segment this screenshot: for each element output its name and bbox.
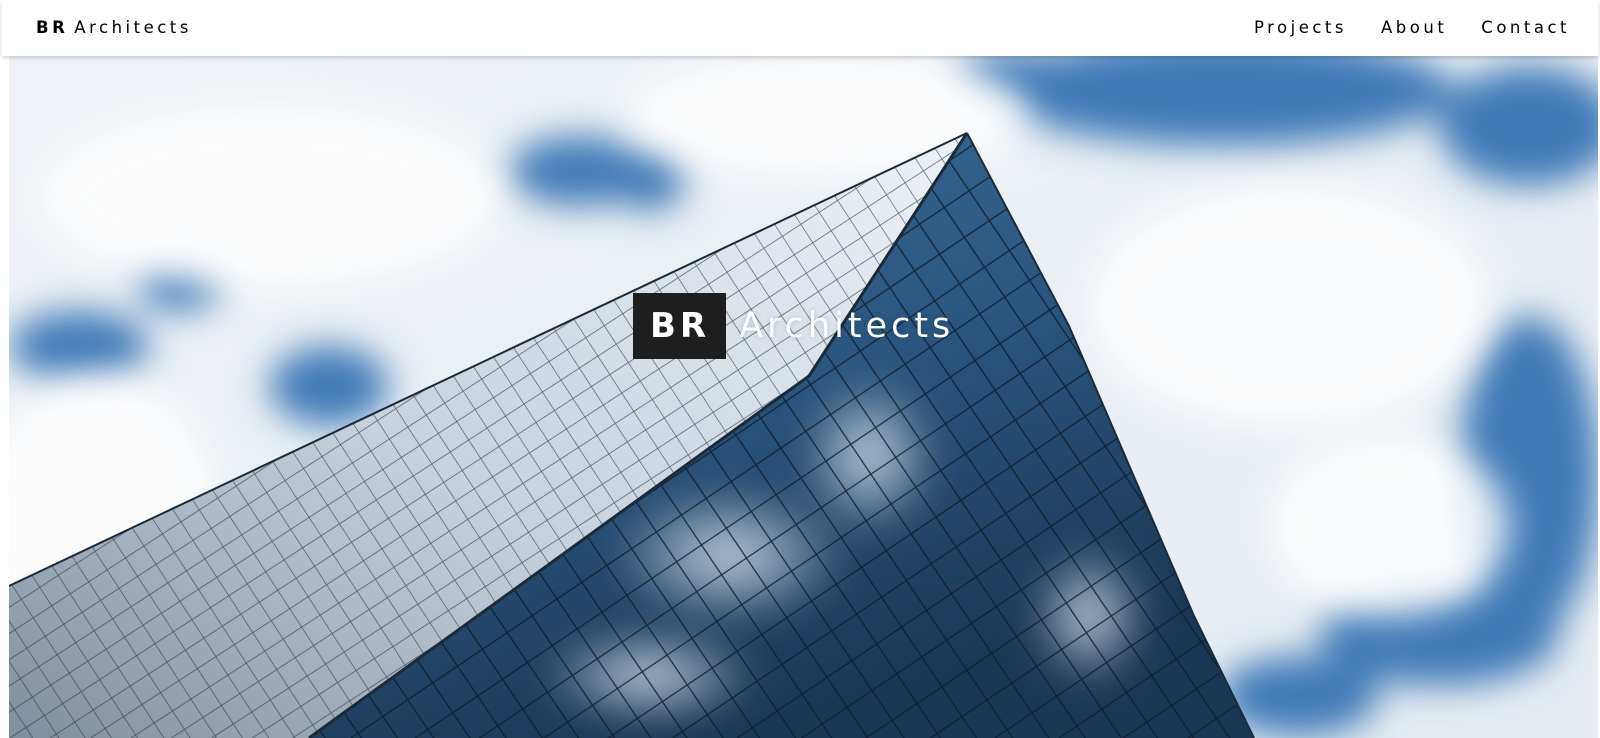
hero-image [9, 56, 1598, 738]
brand-logo-link[interactable]: BR Architects [36, 15, 192, 41]
nav-link-about[interactable]: About [1381, 15, 1447, 41]
nav-link-contact[interactable]: Contact [1481, 15, 1570, 41]
brand-name: Architects [74, 18, 192, 37]
brand-mark: BR [36, 18, 69, 37]
hero-badge: BR [633, 293, 727, 359]
page: BR Architects Projects About Contact BR … [0, 0, 1600, 738]
hero-title-text: Architects [739, 306, 955, 346]
hero-banner: BR Architects [9, 56, 1598, 738]
main-nav: Projects About Contact [1254, 15, 1570, 41]
site-header: BR Architects Projects About Contact [2, 0, 1598, 56]
hero-title: BR Architects [633, 293, 954, 359]
nav-link-projects[interactable]: Projects [1254, 15, 1347, 41]
